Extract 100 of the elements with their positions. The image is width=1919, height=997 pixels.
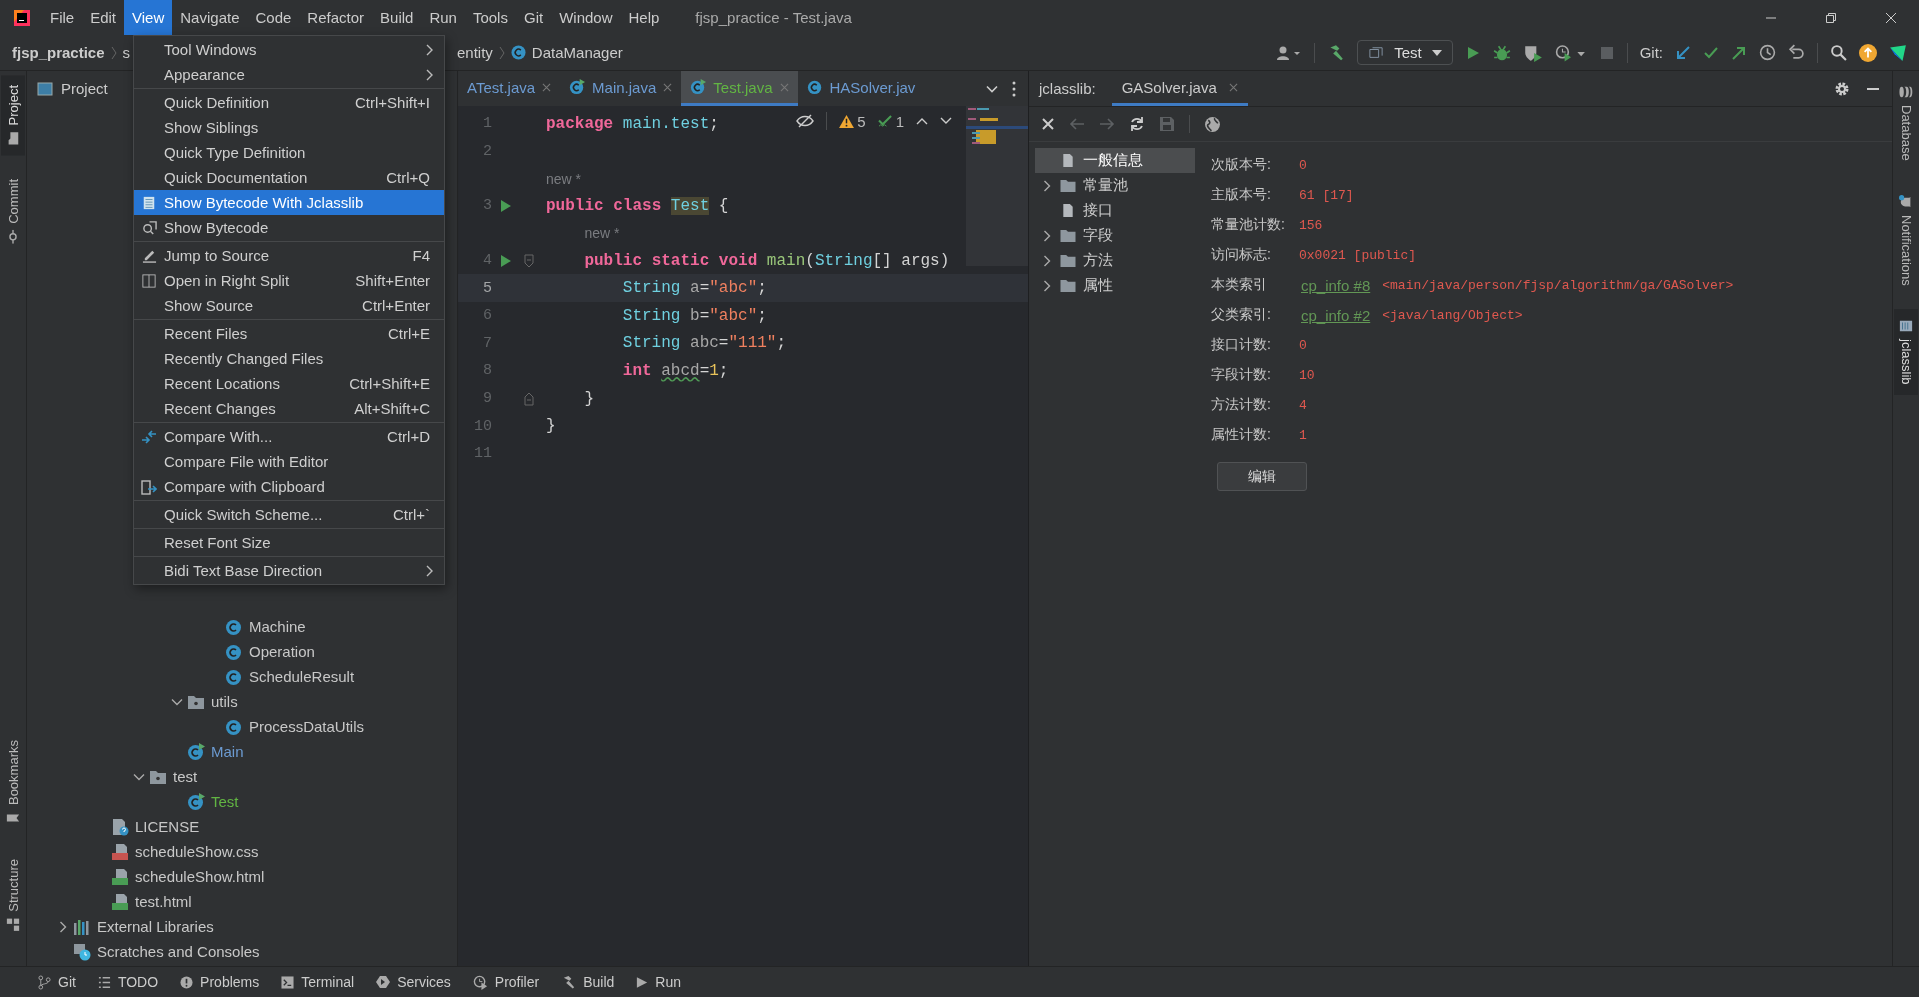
chevron-icon[interactable] [57, 920, 69, 933]
constant-pool-link[interactable]: cp_info #2 [1301, 306, 1371, 324]
tool-window-tab[interactable]: Bookmarks [1, 730, 25, 836]
menu-item[interactable]: Show Bytecode With Jclasslib [134, 190, 444, 215]
tree-item[interactable]: ScheduleResult [249, 668, 355, 685]
breadcrumb-item[interactable]: entity [457, 44, 493, 61]
panel-title[interactable]: Project [37, 80, 108, 97]
tree-item[interactable]: LICENSE [135, 818, 200, 835]
menu-item[interactable]: Reset Font Size [134, 530, 444, 555]
tree-item[interactable]: 一般信息 [1035, 148, 1195, 173]
tree-item[interactable]: scheduleShow.html [135, 868, 265, 885]
tree-item[interactable]: 方法 [1035, 248, 1195, 273]
breadcrumb-item[interactable]: s [122, 44, 131, 61]
profiler-icon[interactable] [1554, 43, 1587, 62]
warning-count[interactable]: 5 [839, 112, 866, 130]
menu-item[interactable]: Quick Switch Scheme... Ctrl+` [134, 502, 444, 527]
tree-item[interactable]: 常量池 [1035, 173, 1195, 198]
menu-bar-item[interactable]: Help [620, 0, 668, 35]
menu-bar-item[interactable]: Code [247, 0, 300, 35]
push-arrow-icon[interactable] [1731, 44, 1747, 61]
tree-item[interactable]: scheduleShow.css [135, 843, 259, 860]
run-gutter-icon[interactable] [500, 253, 512, 268]
code-vision-hint[interactable]: new * [546, 170, 582, 187]
settings-icon[interactable] [1834, 80, 1850, 97]
menu-item[interactable]: Tool Windows [134, 37, 444, 62]
menu-bar-item[interactable]: Refactor [299, 0, 373, 35]
menu-item[interactable]: Open in Right Split Shift+Enter [134, 268, 444, 293]
tree-item[interactable]: utils [211, 693, 238, 710]
fold-icon[interactable] [524, 253, 534, 268]
edit-button[interactable]: 编辑 [1217, 462, 1307, 491]
tree-item[interactable]: Main [211, 743, 244, 760]
menu-item[interactable]: Show Source Ctrl+Enter [134, 293, 444, 318]
tool-window-button[interactable]: Build [561, 974, 615, 990]
tree-item[interactable]: Operation [249, 643, 315, 660]
restore-icon[interactable] [1825, 11, 1837, 24]
chevron-up-icon[interactable] [916, 117, 928, 125]
editor-tab[interactable]: HASolver.jav [797, 71, 925, 106]
menu-item[interactable]: Bidi Text Base Direction [134, 558, 444, 583]
tool-window-tab[interactable]: Structure [1, 849, 25, 942]
tool-window-tab[interactable]: jclasslib [1894, 309, 1918, 395]
history-icon[interactable] [1759, 44, 1776, 61]
editor-tab[interactable]: Main.java [560, 71, 682, 106]
code-vision-hint[interactable]: new * [584, 225, 620, 242]
menu-item[interactable]: Recent Changes Alt+Shift+C [134, 396, 444, 421]
chevron-icon[interactable] [1041, 229, 1053, 242]
menu-item[interactable]: Quick Documentation Ctrl+Q [134, 165, 444, 190]
tool-window-button[interactable]: TODO [97, 974, 159, 990]
hidden-eye-icon[interactable] [796, 114, 815, 128]
menu-item[interactable]: Quick Type Definition [134, 140, 444, 165]
menu-item[interactable]: Compare File with Editor [134, 449, 444, 474]
constant-pool-link[interactable]: cp_info #8 [1301, 276, 1371, 294]
toolbox-logo-icon[interactable] [1889, 43, 1907, 62]
globe-icon[interactable] [1204, 115, 1221, 133]
tool-window-tab[interactable]: Notifications [1894, 184, 1918, 296]
chevron-down-icon[interactable] [940, 117, 952, 125]
menu-item[interactable]: Compare with Clipboard [134, 474, 444, 499]
update-arrow-icon[interactable] [1675, 44, 1691, 61]
menu-bar-item[interactable]: Build [372, 0, 422, 35]
menu-item[interactable]: Recent Locations Ctrl+Shift+E [134, 371, 444, 396]
menu-item[interactable]: Show Bytecode [134, 215, 444, 240]
menu-item[interactable]: Quick Definition Ctrl+Shift+I [134, 90, 444, 115]
run-configuration-dropdown[interactable]: Test [1357, 40, 1453, 65]
chevron-icon[interactable] [1041, 279, 1053, 292]
refresh-icon[interactable] [1129, 116, 1145, 132]
menu-bar-item[interactable]: Edit [82, 0, 125, 35]
menu-item[interactable]: Compare With... Ctrl+D [134, 424, 444, 449]
tree-item[interactable]: 字段 [1035, 223, 1195, 248]
menu-bar-item[interactable]: View [124, 0, 173, 35]
tree-item[interactable]: test.html [135, 893, 192, 910]
tool-window-tab[interactable]: Project [1, 75, 25, 156]
menu-bar-item[interactable]: File [42, 0, 83, 35]
minimap-drawing[interactable] [966, 106, 1028, 266]
tool-window-tab[interactable]: Commit [1, 169, 25, 255]
chevron-icon[interactable] [1041, 179, 1053, 192]
tool-window-tab[interactable]: Database [1894, 75, 1918, 171]
menu-item[interactable]: Recently Changed Files [134, 346, 444, 371]
tool-window-button[interactable]: Profiler [472, 974, 540, 990]
tree-item[interactable]: test [173, 768, 198, 785]
undo-icon[interactable] [1788, 44, 1805, 61]
weak-warning-count[interactable]: 1 [877, 112, 904, 130]
tree-item[interactable]: 接口 [1035, 198, 1195, 223]
breadcrumb-item[interactable]: fjsp_practice [12, 44, 105, 61]
user-icon[interactable] [1276, 44, 1303, 61]
tree-item[interactable]: 属性 [1035, 273, 1195, 298]
tree-item[interactable]: ProcessDataUtils [249, 718, 365, 735]
editor-tab[interactable]: ATest.java [458, 71, 561, 106]
tool-window-button[interactable]: Services [376, 974, 451, 990]
chevron-icon[interactable] [1041, 254, 1053, 267]
tree-item[interactable]: External Libraries [97, 918, 214, 935]
menu-bar-item[interactable]: Tools [464, 0, 516, 35]
search-icon[interactable] [1830, 44, 1847, 61]
menu-bar-item[interactable]: Navigate [172, 0, 248, 35]
menu-item[interactable]: Recent Files Ctrl+E [134, 321, 444, 346]
tool-window-button[interactable]: Problems [180, 974, 260, 990]
tool-window-button[interactable]: Run [636, 974, 681, 990]
tree-item[interactable]: Scratches and Consoles [97, 943, 260, 960]
update-available-icon[interactable] [1859, 43, 1877, 62]
tree-item[interactable]: Test [211, 793, 239, 810]
more-vertical-icon[interactable] [1012, 80, 1016, 97]
tool-window-button[interactable]: Git [38, 974, 76, 990]
